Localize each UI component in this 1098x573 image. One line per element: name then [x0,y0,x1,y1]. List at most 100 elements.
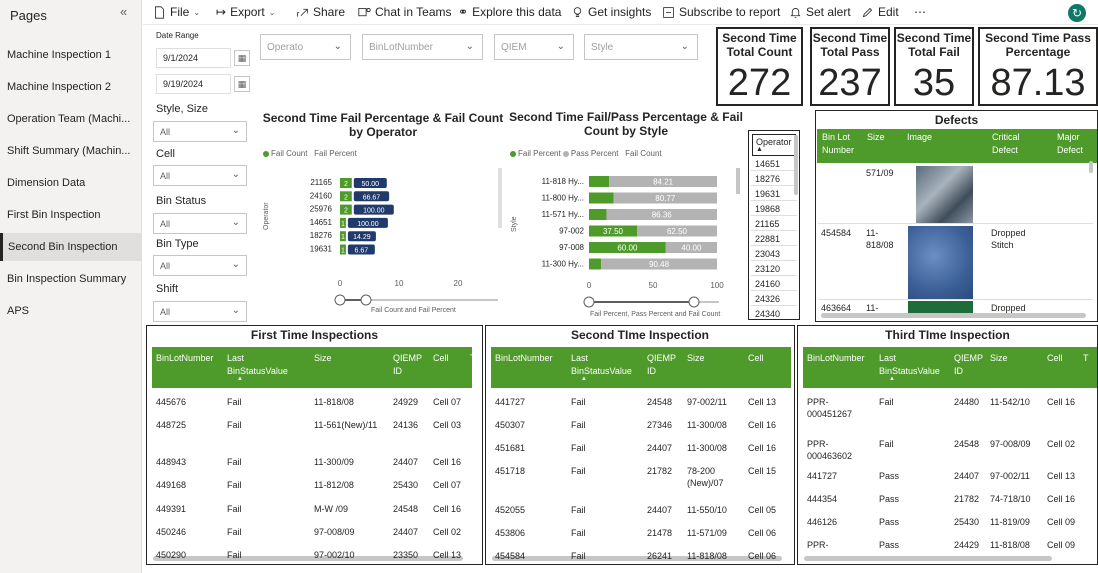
kpi-title: Second Time Total Fail [896,31,972,59]
chat-in-teams-button[interactable]: Chat in Teams [358,5,451,19]
fail-percent-bar[interactable] [589,258,602,270]
operator-slicer-item[interactable]: 22881 [755,234,780,244]
x-tick-label: 0 [587,281,592,290]
slider-handle[interactable] [688,296,700,308]
table-cell: 454584 [495,551,526,561]
column-header[interactable]: T [470,352,478,365]
style-size-dropdown[interactable]: All ⌄ [153,121,247,142]
column-header[interactable]: BinLotNumber [156,352,216,365]
date-end-input[interactable]: 9/19/2024 ▦ [156,74,250,94]
vertical-scrollbar[interactable] [1089,161,1093,173]
column-header[interactable]: Last BinStatusValue [571,352,641,378]
page-item[interactable]: Bin Inspection Summary [0,265,141,293]
refresh-icon[interactable]: ↻ [1068,4,1086,22]
defect-image-thumbnail[interactable] [916,166,973,224]
col-critical-defect[interactable]: Critical Defect [992,131,1042,157]
more-options-icon[interactable]: ⋯ [914,5,926,19]
column-header[interactable]: Cell [1047,352,1079,365]
bin-type-dropdown[interactable]: All ⌄ [153,255,247,276]
operator-slicer-item[interactable]: 24160 [755,279,780,289]
slicer-divider [751,260,797,261]
calendar-icon[interactable]: ▦ [234,76,250,92]
operator-slicer-item[interactable]: 24340 [755,309,780,319]
page-item[interactable]: Operation Team (Machi... [0,105,141,133]
operator-slicer-list[interactable]: Operator ▲ 14651 18276 19631 19868 21165 22881… [748,130,800,320]
category-label: 11-818 Hy... [542,177,584,186]
page-item[interactable]: Machine Inspection 1 [0,41,141,69]
column-header[interactable]: Last BinStatusValue [227,352,297,378]
operator-slicer-item[interactable]: 18276 [755,174,780,184]
defect-critical: Dropped Stitch [991,228,1026,250]
get-insights-button[interactable]: Get insights [571,5,651,19]
operator-slicer-item[interactable]: 21165 [755,219,779,229]
operator-slicer-item[interactable]: 23120 [755,264,780,274]
fail-percent-bar[interactable] [589,209,607,220]
column-header[interactable]: BinLotNumber [495,352,555,365]
chevrons-left-icon[interactable]: « [120,4,127,19]
column-header[interactable]: Size [314,352,384,365]
col-major-defect[interactable]: Major Defect [1057,131,1097,157]
column-header[interactable]: Last BinStatusValue [879,352,949,378]
fail-percent-bar[interactable] [589,192,614,204]
column-header[interactable]: Size [687,352,745,365]
column-header[interactable]: QIEMP ID [954,352,988,378]
page-item[interactable]: Machine Inspection 2 [0,73,141,101]
calendar-icon[interactable]: ▦ [234,50,250,66]
table-cell: 24929 [393,397,419,407]
col-binlot[interactable]: Bin Lot Number [822,131,866,157]
edit-button[interactable]: Edit [861,5,899,19]
subscribe-button[interactable]: Subscribe to report [662,5,780,19]
vertical-scrollbar[interactable] [498,168,502,228]
bar-label: 2 [344,181,348,188]
col-size[interactable]: Size [867,131,885,144]
chevron-down-icon: ⌄ [231,169,240,180]
table-cell: 448725 [156,420,187,430]
export-menu[interactable]: ↦ Export ⌄ [216,5,275,19]
slider-handle[interactable] [583,296,595,308]
share-button[interactable]: Share [296,5,345,19]
slider-handle[interactable] [334,294,346,306]
horizontal-scrollbar[interactable] [821,313,1086,318]
qiem-slicer-dropdown[interactable]: QIEM ⌄ [494,34,574,60]
style-slicer-dropdown[interactable]: Style ⌄ [584,34,698,60]
operator-slicer-dropdown[interactable]: Operato ⌄ [260,34,351,60]
defect-image-thumbnail[interactable] [908,226,973,300]
column-header[interactable]: Size [990,352,1042,365]
slider-handle[interactable] [360,294,372,306]
kpi-total-fail: Second Time Total Fail 35 [894,27,974,106]
column-header[interactable]: QIEMP ID [647,352,681,378]
operator-slicer-header[interactable]: Operator ▲ [752,134,796,156]
operator-slicer-item[interactable]: 14651 [755,159,780,169]
cell-dropdown[interactable]: All ⌄ [153,165,247,186]
kpi-value: 35 [912,62,956,104]
bar-label: 100.00 [363,208,385,215]
column-header[interactable]: T [1083,352,1091,365]
fail-percent-bar[interactable] [589,176,610,187]
operator-slicer-item[interactable]: 23043 [755,249,780,259]
operator-slicer-item[interactable]: 19631 [755,189,780,199]
bar-label: 40.00 [681,244,702,253]
page-item[interactable]: Shift Summary (Machin... [0,137,141,165]
page-item[interactable]: APS [0,297,141,325]
bin-status-dropdown[interactable]: All ⌄ [153,213,247,234]
column-header[interactable]: Cell [748,352,788,365]
page-item[interactable]: Second Bin Inspection [0,233,141,261]
table-cell: 441727 [807,471,838,481]
column-header[interactable]: QIEMP ID [393,352,427,378]
binlot-slicer-dropdown[interactable]: BinLotNumber ⌄ [362,34,483,60]
set-alert-button[interactable]: Set alert [789,5,851,19]
file-menu[interactable]: File ⌄ [153,5,200,19]
date-start-input[interactable]: 9/1/2024 ▦ [156,48,250,68]
column-header[interactable]: Cell [433,352,469,365]
vertical-scrollbar[interactable] [736,168,740,194]
horizontal-scrollbar[interactable] [804,556,1052,561]
column-header[interactable]: BinLotNumber [807,352,867,365]
page-item[interactable]: Dimension Data [0,169,141,197]
vertical-scrollbar[interactable] [794,135,798,195]
page-item[interactable]: First Bin Inspection [0,201,141,229]
operator-slicer-item[interactable]: 19868 [755,204,780,214]
operator-slicer-item[interactable]: 24326 [755,294,780,304]
col-image[interactable]: Image [907,131,932,144]
explore-data-button[interactable]: ⚭ Explore this data [458,5,561,19]
shift-dropdown[interactable]: All ⌄ [153,301,247,322]
